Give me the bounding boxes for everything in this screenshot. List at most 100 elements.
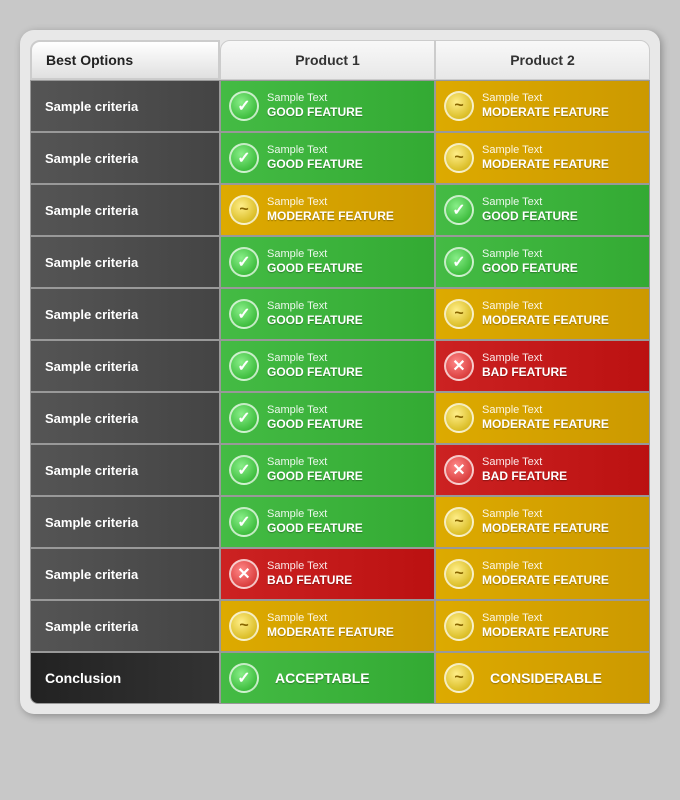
- moderate-icon: ~: [444, 403, 474, 433]
- feature-cell: ~Sample TextMODERATE FEATURE: [435, 600, 650, 652]
- feature-cell: ✓Sample TextGOOD FEATURE: [220, 236, 435, 288]
- feature-label: GOOD FEATURE: [482, 209, 578, 223]
- criteria-cell: Sample criteria: [30, 184, 220, 236]
- feature-sample-text: Sample Text: [267, 404, 363, 417]
- feature-cell: ✓ Sample TextGOOD FEATURE: [220, 444, 435, 496]
- table-row: Sample criteria✓Sample TextGOOD FEATURE~…: [30, 80, 650, 132]
- feature-cell: ✓ Sample TextGOOD FEATURE: [435, 184, 650, 236]
- feature-sample-text: Sample Text: [482, 456, 567, 469]
- feature-sample-text: Sample Text: [267, 248, 363, 261]
- conclusion-cell: ~ CONSIDERABLE: [435, 652, 650, 704]
- criteria-cell: Sample criteria: [30, 80, 220, 132]
- feature-sample-text: Sample Text: [482, 612, 609, 625]
- feature-sample-text: Sample Text: [267, 196, 394, 209]
- conclusion-value: CONSIDERABLE: [490, 670, 602, 686]
- conclusion-value: ACCEPTABLE: [275, 670, 370, 686]
- feature-sample-text: Sample Text: [267, 612, 394, 625]
- feature-sample-text: Sample Text: [267, 508, 363, 521]
- feature-cell: ~ Sample TextMODERATE FEATURE: [435, 548, 650, 600]
- table-row: Sample criteria✓Sample TextGOOD FEATURE✓…: [30, 236, 650, 288]
- moderate-icon: ~: [444, 91, 474, 121]
- feature-sample-text: Sample Text: [267, 352, 363, 365]
- feature-label: MODERATE FEATURE: [482, 521, 609, 535]
- feature-cell: ~Sample TextMODERATE FEATURE: [435, 496, 650, 548]
- good-icon: ✓: [229, 403, 259, 433]
- feature-sample-text: Sample Text: [482, 92, 609, 105]
- feature-sample-text: Sample Text: [482, 196, 578, 209]
- criteria-cell: Sample criteria: [30, 236, 220, 288]
- table-row: Sample criteria✓Sample TextGOOD FEATURE~…: [30, 132, 650, 184]
- feature-label: GOOD FEATURE: [267, 469, 363, 483]
- bad-icon: ✕: [444, 351, 474, 381]
- feature-sample-text: Sample Text: [482, 560, 609, 573]
- feature-label: BAD FEATURE: [482, 365, 567, 379]
- feature-label: MODERATE FEATURE: [267, 209, 394, 223]
- header-product2: Product 2: [435, 40, 650, 80]
- feature-sample-text: Sample Text: [267, 300, 363, 313]
- feature-cell: ✓ Sample TextGOOD FEATURE: [435, 236, 650, 288]
- comparison-table-wrapper: Best Options Product 1 Product 2 Sample …: [20, 30, 660, 714]
- good-icon: ✓: [229, 351, 259, 381]
- feature-sample-text: Sample Text: [482, 248, 578, 261]
- criteria-cell: Sample criteria: [30, 496, 220, 548]
- feature-cell: ✓Sample TextGOOD FEATURE: [220, 80, 435, 132]
- good-icon: ✓: [444, 247, 474, 277]
- feature-label: BAD FEATURE: [482, 469, 567, 483]
- feature-label: GOOD FEATURE: [267, 157, 363, 171]
- feature-label: MODERATE FEATURE: [482, 105, 609, 119]
- moderate-icon: ~: [444, 143, 474, 173]
- good-icon: ✓: [229, 663, 259, 693]
- table-row: Sample criteria~Sample TextMODERATE FEAT…: [30, 600, 650, 652]
- feature-sample-text: Sample Text: [267, 92, 363, 105]
- feature-sample-text: Sample Text: [267, 144, 363, 157]
- good-icon: ✓: [229, 507, 259, 537]
- feature-sample-text: Sample Text: [267, 560, 352, 573]
- header-best-options: Best Options: [30, 40, 220, 80]
- moderate-icon: ~: [444, 663, 474, 693]
- feature-label: BAD FEATURE: [267, 573, 352, 587]
- table-row: Sample criteria✓Sample TextGOOD FEATURE✕…: [30, 444, 650, 496]
- criteria-cell: Sample criteria: [30, 132, 220, 184]
- good-icon: ✓: [444, 195, 474, 225]
- feature-sample-text: Sample Text: [482, 404, 609, 417]
- good-icon: ✓: [229, 299, 259, 329]
- good-icon: ✓: [229, 91, 259, 121]
- criteria-cell: Sample criteria: [30, 600, 220, 652]
- feature-label: MODERATE FEATURE: [482, 417, 609, 431]
- feature-cell: ~ Sample TextMODERATE FEATURE: [220, 600, 435, 652]
- criteria-cell: Sample criteria: [30, 548, 220, 600]
- feature-cell: ✓Sample TextGOOD FEATURE: [220, 496, 435, 548]
- moderate-icon: ~: [444, 299, 474, 329]
- feature-sample-text: Sample Text: [482, 300, 609, 313]
- feature-label: MODERATE FEATURE: [267, 625, 394, 639]
- feature-cell: ✕Sample TextBAD FEATURE: [220, 548, 435, 600]
- good-icon: ✓: [229, 143, 259, 173]
- feature-label: GOOD FEATURE: [482, 261, 578, 275]
- table-row: Sample criteria✓Sample TextGOOD FEATURE~…: [30, 496, 650, 548]
- comparison-table: Best Options Product 1 Product 2 Sample …: [30, 40, 650, 704]
- feature-cell: ~ Sample TextMODERATE FEATURE: [435, 132, 650, 184]
- feature-label: GOOD FEATURE: [267, 261, 363, 275]
- criteria-cell: Sample criteria: [30, 340, 220, 392]
- conclusion-cell: ✓ ACCEPTABLE: [220, 652, 435, 704]
- feature-cell: ✓ Sample TextGOOD FEATURE: [220, 132, 435, 184]
- criteria-cell: Sample criteria: [30, 392, 220, 444]
- feature-cell: ✕ Sample TextBAD FEATURE: [435, 444, 650, 496]
- table-row: Sample criteria~Sample TextMODERATE FEAT…: [30, 184, 650, 236]
- feature-sample-text: Sample Text: [482, 144, 609, 157]
- moderate-icon: ~: [444, 507, 474, 537]
- table-row: Sample criteria ✓ Sample TextGOOD FEATURE ✕…: [30, 340, 650, 392]
- good-icon: ✓: [229, 455, 259, 485]
- feature-label: MODERATE FEATURE: [482, 625, 609, 639]
- table-row: Sample criteria✓Sample TextGOOD FEATURE~…: [30, 288, 650, 340]
- feature-sample-text: Sample Text: [267, 456, 363, 469]
- moderate-icon: ~: [444, 559, 474, 589]
- feature-label: MODERATE FEATURE: [482, 573, 609, 587]
- feature-label: MODERATE FEATURE: [482, 157, 609, 171]
- bad-icon: ✕: [444, 455, 474, 485]
- feature-cell: ~Sample TextMODERATE FEATURE: [435, 288, 650, 340]
- table-row: Sample criteria✓Sample TextGOOD FEATURE~…: [30, 392, 650, 444]
- feature-cell: ✓Sample TextGOOD FEATURE: [220, 392, 435, 444]
- feature-label: GOOD FEATURE: [267, 365, 363, 379]
- moderate-icon: ~: [229, 611, 259, 641]
